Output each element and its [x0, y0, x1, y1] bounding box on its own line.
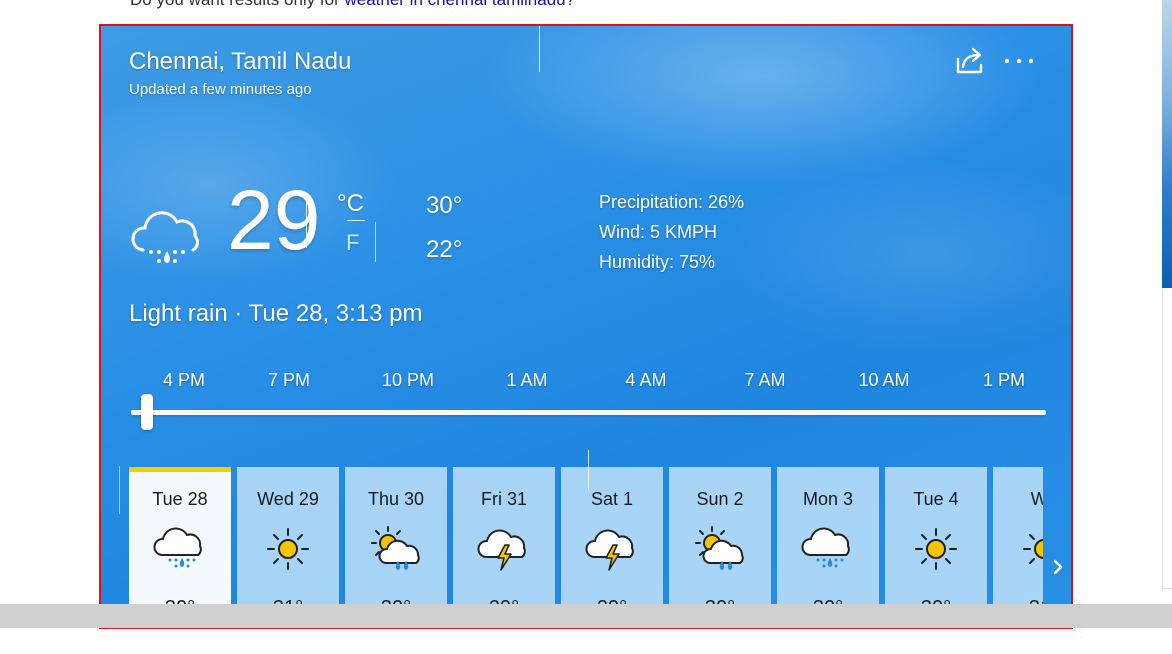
day-tile-wed-partial[interactable]: We 31° — [993, 467, 1043, 617]
hour-label: 10 AM — [858, 370, 910, 390]
chevron-right-icon — [1053, 559, 1063, 575]
side-divider — [1162, 290, 1163, 590]
day-label: Sun 2 — [696, 489, 744, 509]
suggested-query-link[interactable]: weather in chennai tamilnadu — [344, 0, 565, 9]
more-icon — [1004, 58, 1034, 64]
day-tile-thu-30[interactable]: Thu 30 30° — [345, 467, 447, 617]
hint-prefix: Do you want results only for — [130, 0, 344, 9]
did-you-mean-hint: Do you want results only for weather in … — [130, 0, 575, 10]
day-tile-tue-28[interactable]: Tue 28 30° — [129, 467, 231, 617]
day-label: Mon 3 — [802, 489, 854, 509]
sunny-icon — [906, 525, 966, 578]
fahrenheit-toggle[interactable]: F — [346, 230, 359, 256]
thunderstorm-icon — [582, 525, 642, 578]
day-label: Tue 28 — [152, 489, 208, 509]
hour-label: 4 AM — [625, 370, 667, 390]
low-temperature: 22° — [426, 236, 463, 263]
share-icon — [956, 47, 983, 74]
cursor-line — [539, 26, 540, 72]
day-label: Sat 1 — [590, 489, 634, 509]
share-button[interactable] — [953, 46, 989, 76]
hourly-slider-thumb[interactable] — [141, 394, 153, 430]
hour-label: 1 AM — [506, 370, 548, 390]
sunny-icon — [258, 525, 318, 578]
day-tile-tue-4[interactable]: Tue 4 30° — [885, 467, 987, 617]
cursor-line — [119, 466, 120, 514]
wind: Wind: 5 KMPH — [599, 222, 718, 242]
day-tile-sat-1[interactable]: Sat 1 29° — [561, 467, 663, 617]
more-options-button[interactable] — [1001, 46, 1037, 76]
partly-sunny-rain-icon — [366, 525, 426, 578]
day-label: Fri 31 — [480, 489, 527, 509]
rain-icon — [150, 525, 210, 574]
hint-suffix: ? — [566, 0, 575, 9]
weather-card: Chennai, Tamil Nadu Updated a few minute… — [99, 24, 1073, 629]
background-cloud — [721, 156, 1071, 356]
day-tile-wed-29[interactable]: Wed 29 31° — [237, 467, 339, 617]
hour-label: 7 PM — [267, 370, 310, 390]
sunny-icon — [1014, 525, 1043, 578]
celsius-toggle[interactable]: °C — [337, 190, 364, 218]
side-image-strip — [1162, 0, 1172, 288]
rain-icon — [798, 525, 858, 574]
next-days-button[interactable] — [1046, 552, 1070, 582]
cursor-line — [588, 450, 589, 490]
light-rain-icon — [129, 208, 205, 275]
condition-and-time: Light rain · Tue 28, 3:13 pm — [129, 300, 423, 327]
day-label: Thu 30 — [367, 489, 425, 509]
precipitation: Precipitation: 26% — [599, 192, 745, 212]
cursor-line — [306, 198, 307, 248]
day-label: Tue 4 — [913, 489, 959, 509]
side-rule — [1162, 588, 1172, 589]
hour-label: 1 PM — [982, 370, 1025, 390]
hour-label: 10 PM — [381, 370, 435, 390]
day-tile-mon-3[interactable]: Mon 3 30° — [777, 467, 879, 617]
hourly-slider-track[interactable] — [131, 410, 1046, 415]
temperature-divider — [375, 222, 376, 262]
thunderstorm-icon — [474, 525, 534, 578]
partly-sunny-rain-icon — [690, 525, 750, 578]
horizontal-scrollbar[interactable] — [0, 604, 1172, 628]
day-label: Wed 29 — [257, 489, 319, 509]
updated-time: Updated a few minutes ago — [129, 81, 312, 98]
location-name: Chennai, Tamil Nadu — [129, 48, 352, 75]
hour-label: 4 PM — [162, 370, 205, 390]
unit-divider — [347, 220, 365, 221]
day-tile-sun-2[interactable]: Sun 2 30° — [669, 467, 771, 617]
day-label: We — [993, 489, 1043, 510]
page: Do you want results only for weather in … — [0, 0, 1172, 654]
humidity: Humidity: 75% — [599, 252, 716, 272]
hour-label: 7 AM — [744, 370, 786, 390]
high-temperature: 30° — [426, 192, 463, 219]
day-tile-fri-31[interactable]: Fri 31 29° — [453, 467, 555, 617]
